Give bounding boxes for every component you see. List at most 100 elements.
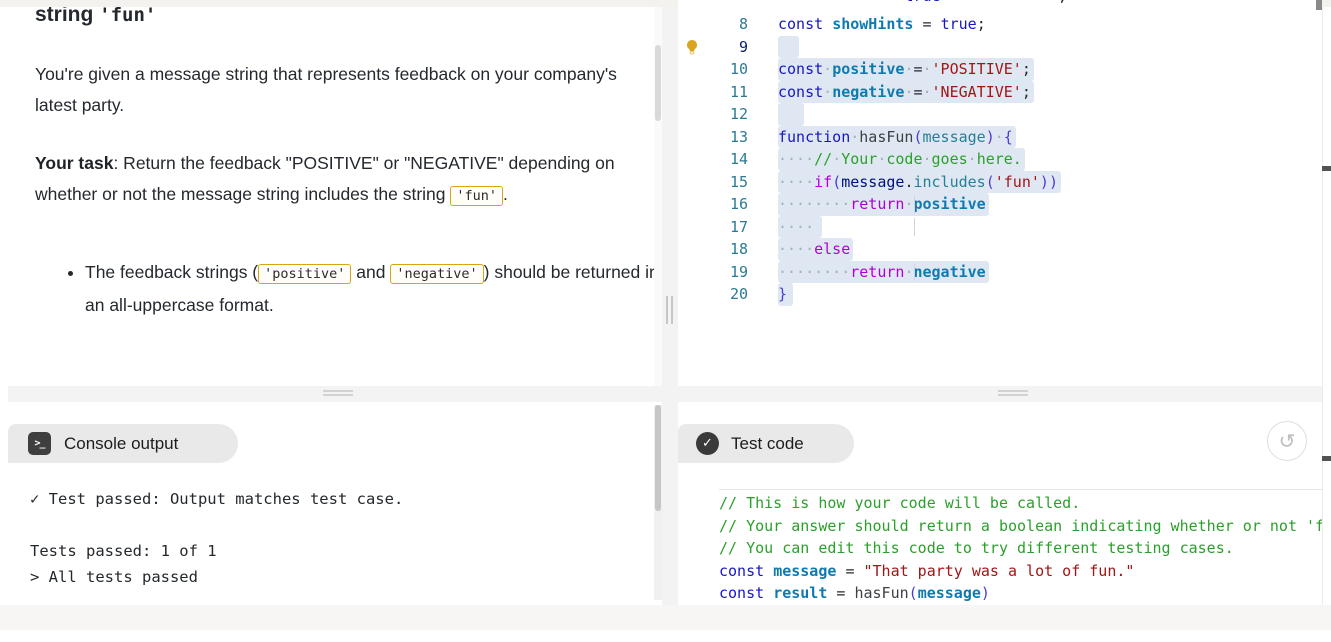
console-tab-label: Console output xyxy=(64,434,178,454)
code-line[interactable]: 10 const·positive·=·'POSITIVE'; xyxy=(678,58,1322,81)
line-number: 18 xyxy=(678,238,748,261)
terminal-icon: >_ xyxy=(28,432,51,455)
horizontal-divider-grip-right[interactable] xyxy=(998,394,1028,396)
bullet-text-mid: and xyxy=(351,262,390,282)
code-text[interactable]: ····//·Your·code·goes·here. xyxy=(778,148,1322,171)
selection-highlight: } xyxy=(778,283,793,306)
line-number: 8 xyxy=(678,13,748,36)
code-text[interactable]: ········return·positive xyxy=(778,193,1322,216)
testcode-divider-line xyxy=(719,489,1322,490)
line-number: 14 xyxy=(678,148,748,171)
code-text[interactable] xyxy=(778,36,1322,59)
selection-highlight: ········return·positive xyxy=(778,193,989,216)
console-scrollbar-thumb[interactable] xyxy=(655,405,661,511)
code-line[interactable]: 19 ········return·negative xyxy=(678,261,1322,284)
line-number: 16 xyxy=(678,193,748,216)
code-line[interactable]: true , xyxy=(678,0,1322,7)
code-line[interactable]: 15····if(message.includes('fun')) xyxy=(678,171,1322,194)
testcode-line[interactable]: // This is how your code will be called. xyxy=(719,492,1322,515)
instructions-scrollbar-thumb[interactable] xyxy=(655,45,661,121)
exercise-title-text: string xyxy=(35,7,99,26)
code-text[interactable] xyxy=(778,103,1322,126)
right-rail-handle-top[interactable] xyxy=(1322,166,1331,171)
code-text[interactable]: const·positive·=·'POSITIVE'; xyxy=(778,58,1322,81)
selection-highlight: ····else xyxy=(778,238,853,261)
console-line: ✓ Test passed: Output matches test case. xyxy=(30,486,403,512)
vertical-split-divider[interactable] xyxy=(662,7,678,605)
console-output-tab[interactable]: >_ Console output xyxy=(8,424,238,463)
task-paragraph: Your task: Return the feedback "POSITIVE… xyxy=(35,148,629,212)
code-editor-panel[interactable]: true , 8 const showHints = true;910 const·p… xyxy=(678,0,1322,386)
code-text[interactable]: } xyxy=(778,283,1322,306)
code-line[interactable]: 12 xyxy=(678,103,1322,126)
code-line[interactable]: 11 const·negative·=·'NEGATIVE'; xyxy=(678,81,1322,104)
code-text[interactable]: ········return·negative xyxy=(778,261,1322,284)
code-line[interactable]: 16 ········return·positive xyxy=(678,193,1322,216)
inline-code-negative: 'negative' xyxy=(390,264,483,284)
instructions-panel: string 'fun' You're given a message stri… xyxy=(8,7,654,386)
code-line[interactable]: 13 function·hasFun(message)·{ xyxy=(678,126,1322,149)
reset-test-code-button[interactable]: ↺ xyxy=(1267,421,1307,461)
vertical-divider-grip[interactable] xyxy=(666,296,668,324)
code-line[interactable]: 14 ····//·Your·code·goes·here. xyxy=(678,148,1322,171)
testcode-line[interactable]: const result = hasFun(message) xyxy=(719,582,1322,605)
code-text[interactable]: ····if(message.includes('fun')) xyxy=(778,171,1322,194)
code-line[interactable]: 20} xyxy=(678,283,1322,306)
console-line xyxy=(30,512,403,538)
lightbulb-icon[interactable] xyxy=(684,39,700,55)
code-line[interactable]: 9 xyxy=(678,36,1322,59)
intro-paragraph: You're given a message string that repre… xyxy=(35,59,629,121)
right-rail-handle-bottom[interactable] xyxy=(1322,456,1331,461)
testcode-line[interactable]: // You can edit this code to try differe… xyxy=(719,537,1322,560)
editor-scrollbar-thumb[interactable] xyxy=(1316,0,1322,10)
horizontal-divider-grip-left[interactable] xyxy=(323,394,353,396)
code-line[interactable]: 17 ···· xyxy=(678,216,1322,239)
horizontal-divider-grip-left[interactable] xyxy=(323,390,353,392)
console-output-text: ✓ Test passed: Output matches test case.… xyxy=(30,486,403,590)
selection-highlight: const·positive·=·'POSITIVE'; xyxy=(778,58,1034,81)
selection-highlight: ····//·Your·code·goes·here. xyxy=(778,148,1025,171)
testcode-panel: ✓ Test code ↺ // This is how your code w… xyxy=(678,402,1322,605)
testcode-tab-label: Test code xyxy=(731,434,804,454)
line-number: 20 xyxy=(678,283,748,306)
selection-highlight xyxy=(778,36,799,59)
editor-lines[interactable]: true , 8 const showHints = true;910 const·p… xyxy=(678,0,1322,386)
notes-list: The feedback strings ('positive' and 'ne… xyxy=(35,257,654,321)
code-text[interactable]: function·hasFun(message)·{ xyxy=(778,126,1322,149)
selection-highlight xyxy=(778,103,804,126)
line-number: 19 xyxy=(678,261,748,284)
horizontal-split-divider[interactable] xyxy=(8,386,1322,402)
indent-guide xyxy=(914,195,915,214)
line-number: 11 xyxy=(678,81,748,104)
check-icon: ✓ xyxy=(696,432,719,455)
horizontal-divider-grip-right[interactable] xyxy=(998,390,1028,392)
bottom-edge-strip xyxy=(0,605,1331,630)
task-text: : Return the feedback "POSITIVE" or "NEG… xyxy=(35,153,615,204)
code-text[interactable]: ····else xyxy=(778,238,1322,261)
testcode-line[interactable]: const message = "That party was a lot of… xyxy=(719,560,1322,583)
selection-highlight: function·hasFun(message)·{ xyxy=(778,126,1016,149)
testcode-line[interactable]: // Your answer should return a boolean i… xyxy=(719,515,1322,538)
vertical-divider-grip[interactable] xyxy=(671,296,673,324)
testcode-lines[interactable]: // This is how your code will be called.… xyxy=(719,492,1322,605)
inline-code-positive: 'positive' xyxy=(258,264,351,284)
console-line: Tests passed: 1 of 1 xyxy=(30,538,403,564)
code-line[interactable]: 18 ····else xyxy=(678,238,1322,261)
code-text[interactable]: true , xyxy=(778,0,1322,7)
list-item: The feedback strings ('positive' and 'ne… xyxy=(85,257,654,321)
refresh-icon: ↺ xyxy=(1279,429,1296,453)
line-number: 10 xyxy=(678,58,748,81)
code-text[interactable]: const·negative·=·'NEGATIVE'; xyxy=(778,81,1322,104)
bullet-text-pre: The feedback strings ( xyxy=(85,262,258,282)
line-number: 13 xyxy=(678,126,748,149)
code-text[interactable]: ···· xyxy=(778,216,1322,239)
test-code-tab[interactable]: ✓ Test code xyxy=(678,424,854,463)
bottom-margin xyxy=(0,630,1331,642)
app-root: string 'fun' You're given a message stri… xyxy=(0,0,1331,642)
line-number: 17 xyxy=(678,216,748,239)
selection-highlight: ········return·negative xyxy=(778,261,989,284)
code-text[interactable]: const showHints = true; xyxy=(778,13,1322,36)
indent-guide xyxy=(914,263,915,282)
code-line[interactable]: 8 const showHints = true; xyxy=(678,13,1322,36)
inline-code-fun: 'fun' xyxy=(450,186,503,206)
